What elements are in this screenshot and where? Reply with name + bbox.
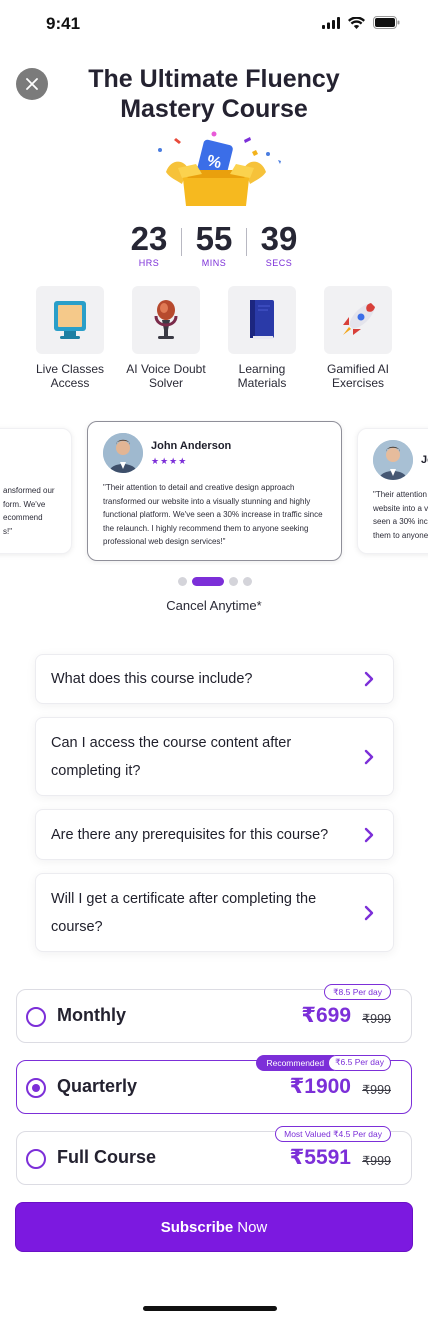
testimonial-card-next[interactable]: Jo "Their attention website into a v see… (357, 428, 428, 554)
subscribe-button[interactable]: Subscribe Now (15, 1202, 413, 1252)
countdown-label: SECS (265, 258, 293, 268)
microphone-icon (154, 300, 178, 339)
countdown-seconds: 39 SECS (247, 220, 311, 268)
monitor-icon (54, 301, 86, 339)
chevron-right-icon (364, 827, 374, 842)
plan-old-price: ₹999 (362, 1083, 391, 1097)
status-bar: 9:41 (0, 0, 428, 48)
feature-label: AI Voice Doubt Solver (126, 362, 206, 390)
feature-label: Gamified AI Exercises (326, 362, 390, 390)
most-valued-badge: Most Valued (284, 1129, 331, 1139)
avatar (373, 440, 413, 480)
countdown-minutes: 55 MINS (182, 220, 246, 268)
countdown-label: HRS (138, 258, 160, 268)
recommended-badge: Recommended (256, 1055, 335, 1071)
testimonial-card-previous[interactable]: ansformed our form. We've ecommend s!" (0, 428, 72, 554)
feature-ai-voice: AI Voice Doubt Solver (120, 286, 212, 390)
home-indicator (143, 1306, 277, 1311)
faq-item[interactable]: Are there any prerequisites for this cou… (35, 809, 394, 860)
close-icon (26, 78, 38, 90)
faq-item[interactable]: What does this course include? (35, 654, 394, 704)
person-avatar-icon (103, 433, 143, 473)
countdown-hours: 23 HRS (117, 220, 181, 268)
testimonial-text: "Their attention website into a v seen a… (373, 490, 428, 540)
faq-question: Can I access the course content after co… (51, 734, 292, 779)
per-day-badge: ₹8.5 Per day (324, 984, 391, 1000)
book-icon (250, 300, 274, 339)
chevron-right-icon (364, 905, 374, 920)
feature-tile (132, 286, 200, 354)
status-icons (322, 16, 400, 29)
testimonial-text: "Their attention to detail and creative … (103, 483, 323, 546)
feature-learning-materials: Learning Materials (216, 286, 308, 390)
plan-old-price: ₹999 (362, 1012, 391, 1026)
plan-radio-selected[interactable] (26, 1078, 46, 1098)
subscribe-label-light: Now (237, 1218, 268, 1236)
avatar (103, 433, 143, 473)
plan-name: Quarterly (57, 1076, 138, 1096)
pagination-dot[interactable] (178, 577, 187, 586)
page-title: The Ultimate Fluency Mastery Course (88, 65, 340, 123)
feature-tile (228, 286, 296, 354)
per-day-value: ₹4.5 Per day (333, 1129, 382, 1139)
battery-icon (373, 16, 400, 29)
faq-question: What does this course include? (51, 671, 253, 687)
countdown-value: 55 (195, 220, 233, 257)
countdown-label: MINS (201, 258, 227, 268)
testimonial-text: ansformed our form. We've ecommend s!" (3, 486, 55, 536)
cellular-signal-icon (322, 16, 340, 29)
subscribe-label-bold: Subscribe (160, 1218, 234, 1236)
plan-full-course[interactable]: Full Course Most Valued ₹4.5 Per day ₹55… (16, 1126, 412, 1185)
per-day-badge: Most Valued ₹4.5 Per day (275, 1126, 391, 1142)
rocket-icon (343, 303, 375, 335)
faq-item[interactable]: Will I get a certificate after completin… (35, 873, 394, 952)
feature-label: Learning Materials (237, 362, 287, 390)
faq-question: Will I get a certificate after completin… (51, 890, 317, 935)
feature-tile (324, 286, 392, 354)
feature-live-classes: Live Classes Access (24, 286, 116, 390)
plan-price: ₹1900 (289, 1075, 351, 1098)
plan-monthly[interactable]: Monthly ₹8.5 Per day ₹699 ₹999 (16, 984, 412, 1043)
per-day-badge: ₹6.5 Per day (328, 1055, 391, 1071)
plan-quarterly[interactable]: Quarterly Recommended ₹6.5 Per day ₹1900… (16, 1055, 412, 1114)
plan-price: ₹699 (301, 1004, 351, 1027)
discount-gift-box-icon: % (158, 131, 281, 206)
pagination-dot-active[interactable] (192, 577, 224, 586)
faq-question: Are there any prerequisites for this cou… (51, 826, 329, 843)
plan-badge-group: Recommended ₹6.5 Per day (256, 1055, 391, 1071)
rating-stars: ★★★★ (151, 455, 188, 466)
plan-name: Full Course (57, 1147, 157, 1167)
plan-radio[interactable] (26, 1149, 46, 1169)
person-avatar-icon (373, 440, 413, 480)
plan-old-price: ₹999 (362, 1154, 391, 1168)
feature-tile (36, 286, 104, 354)
countdown-timer: 23 HRS 55 MINS 39 SECS (0, 220, 428, 268)
chevron-right-icon (364, 749, 374, 764)
testimonial-author: John Anderson (151, 439, 232, 452)
testimonial-author: Jo (421, 454, 428, 466)
faq-item[interactable]: Can I access the course content after co… (35, 717, 394, 796)
cancel-anytime-note: Cancel Anytime* (166, 598, 262, 613)
wifi-icon (348, 16, 365, 29)
plan-radio[interactable] (26, 1007, 46, 1027)
status-time: 9:41 (46, 14, 81, 33)
countdown-value: 39 (260, 220, 298, 257)
testimonial-card[interactable]: John Anderson ★★★★ "Their attention to d… (87, 421, 342, 561)
pagination-dot[interactable] (229, 577, 238, 586)
feature-gamified-exercises: Gamified AI Exercises (312, 286, 404, 390)
chevron-right-icon (364, 671, 374, 687)
feature-label: Live Classes Access (35, 362, 105, 390)
countdown-value: 23 (130, 220, 168, 257)
pagination-dot[interactable] (243, 577, 252, 586)
testimonial-carousel[interactable]: ansformed our form. We've ecommend s!" J… (0, 420, 428, 565)
carousel-pagination (178, 577, 252, 586)
feature-list: Live Classes Access AI Voice Doubt Solve… (24, 286, 404, 390)
plan-name: Monthly (57, 1005, 126, 1025)
close-button[interactable] (16, 68, 48, 100)
plan-price: ₹5591 (289, 1146, 351, 1169)
